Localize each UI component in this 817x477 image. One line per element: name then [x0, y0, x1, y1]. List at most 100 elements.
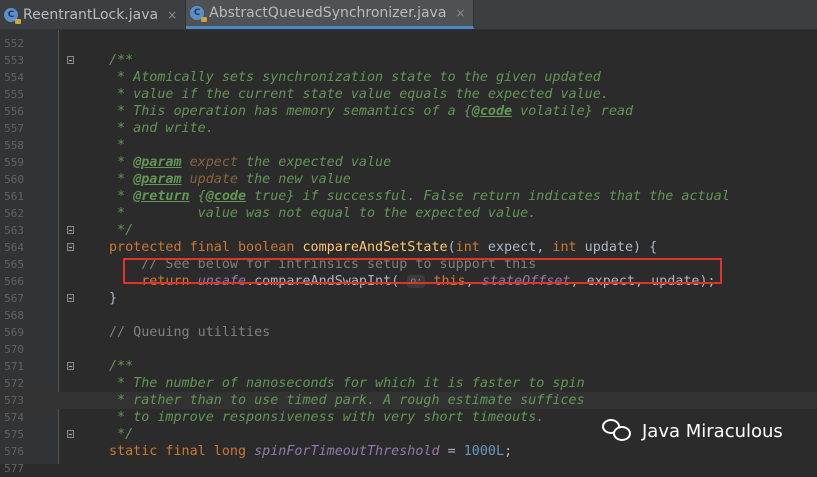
code-token: update — [181, 172, 238, 187]
code-token: /** — [109, 53, 134, 68]
code-line[interactable]: 573 * rather than to use timed park. A r… — [0, 392, 817, 409]
fold-icon[interactable] — [67, 294, 74, 302]
code-line[interactable]: 560 * @param update the new value — [0, 171, 817, 188]
fold-icon[interactable] — [67, 226, 74, 234]
code-token: 1000L — [463, 444, 505, 459]
code-line[interactable]: 577 — [0, 460, 817, 477]
code-text: */ — [109, 426, 133, 443]
code-token: the new value — [238, 172, 351, 187]
fold-icon[interactable] — [67, 362, 74, 370]
code-text: // Queuing utilities — [109, 324, 270, 341]
code-token: spinForTimeoutThreshold — [254, 444, 440, 459]
code-line[interactable]: 570 — [0, 341, 817, 358]
watermark-text: Java Miraculous — [642, 420, 783, 442]
code-line[interactable]: 558 * — [0, 137, 817, 154]
line-number: 569 — [4, 326, 24, 339]
fold-icon[interactable] — [67, 56, 74, 64]
line-number: 568 — [4, 309, 24, 322]
code-line[interactable]: 555 * value if the current state value e… — [0, 86, 817, 103]
code-text: * and write. — [109, 120, 214, 137]
code-token: * to improve responsiveness with very sh… — [109, 410, 545, 425]
line-number: 562 — [4, 207, 24, 220]
code-token: volatile} read — [512, 104, 634, 119]
code-editor[interactable]: 552 553/** 554 * Atomically sets synchroni… — [0, 30, 817, 475]
code-line[interactable]: 567} — [0, 290, 817, 307]
tab-reentrantlock[interactable]: C ReentrantLock.java × — [0, 0, 187, 29]
wechat-icon — [602, 419, 632, 443]
lock-icon — [201, 17, 208, 22]
code-line[interactable]: 569 // Queuing utilities — [0, 324, 817, 341]
line-number: 575 — [4, 428, 24, 441]
code-line[interactable]: 562 * value was not equal to the expecte… — [0, 205, 817, 222]
code-text: * @param update the new value — [109, 171, 351, 188]
code-line[interactable]: 561 * @return {@code true} if successful… — [0, 188, 817, 205]
line-number: 570 — [4, 343, 24, 356]
code-line[interactable]: 557 * and write. — [0, 120, 817, 137]
code-text: } — [109, 290, 117, 307]
line-number: 553 — [4, 54, 24, 67]
line-number: 561 — [4, 190, 24, 203]
code-token: @code — [471, 104, 513, 119]
code-line[interactable]: 572 * The number of nanoseconds for whic… — [0, 375, 817, 392]
editor-tab-bar: C ReentrantLock.java × C AbstractQueuedS… — [0, 0, 817, 30]
code-line[interactable]: 559 * @param expect the expected value — [0, 154, 817, 171]
lock-icon — [15, 18, 21, 24]
code-text: * value was not equal to the expected va… — [109, 205, 536, 222]
code-token: expect — [181, 155, 238, 170]
code-line[interactable]: 556 * This operation has memory semantic… — [0, 103, 817, 120]
code-token: the expected value — [238, 155, 392, 170]
fold-icon[interactable] — [67, 430, 74, 438]
code-token: * and write. — [109, 121, 214, 136]
code-text: * value if the current state value equal… — [109, 86, 609, 103]
code-token: * This operation has memory semantics of… — [109, 104, 472, 119]
code-line[interactable]: 552 — [0, 35, 817, 52]
line-number: 554 — [4, 71, 24, 84]
close-icon[interactable]: × — [455, 6, 465, 20]
code-token: @param — [133, 172, 182, 187]
code-text: * rather than to use timed park. A rough… — [109, 392, 585, 409]
code-token: /** — [109, 359, 134, 374]
line-number: 565 — [4, 258, 24, 271]
line-number: 573 — [4, 394, 24, 407]
line-number: 552 — [4, 37, 24, 50]
line-number: 557 — [4, 122, 24, 135]
code-line[interactable]: 571 /** — [0, 358, 817, 375]
code-token: * value was not equal to the expected va… — [109, 206, 537, 221]
code-text: */ — [109, 222, 133, 239]
code-token: = — [439, 444, 464, 459]
line-number: 567 — [4, 292, 24, 305]
code-token: update) { — [584, 240, 658, 255]
code-token: @return — [133, 189, 190, 204]
code-token: @param — [133, 155, 182, 170]
code-line[interactable]: 554 * Atomically sets synchronization st… — [0, 69, 817, 86]
fold-icon[interactable] — [67, 243, 74, 251]
code-token: compareAndSetState — [302, 240, 448, 255]
tab-abstractqueuedsynchronizer[interactable]: C AbstractQueuedSynchronizer.java × — [186, 0, 475, 29]
line-number: 572 — [4, 377, 24, 390]
line-number: 563 — [4, 224, 24, 237]
code-text: * @param expect the expected value — [109, 154, 391, 171]
highlight-box — [123, 258, 722, 284]
code-line[interactable]: 576 static final long spinForTimeoutThres… — [0, 443, 817, 460]
file-icon-letter: C — [193, 8, 201, 18]
code-token: */ — [109, 427, 134, 442]
code-line[interactable]: 568 — [0, 307, 817, 324]
line-number: 577 — [4, 462, 24, 475]
code-token: { — [189, 189, 206, 204]
line-number: 564 — [4, 241, 24, 254]
code-token: * — [109, 172, 134, 187]
code-text: * This operation has memory semantics of… — [109, 103, 633, 120]
line-number: 574 — [4, 411, 24, 424]
code-token: @code — [205, 189, 247, 204]
code-text: /** — [109, 52, 133, 69]
close-icon[interactable]: × — [167, 8, 177, 22]
line-number: 566 — [4, 275, 24, 288]
code-text: * — [109, 137, 125, 154]
code-line[interactable]: 553 /** — [0, 52, 817, 69]
tab-label: ReentrantLock.java — [23, 6, 159, 23]
code-token: int — [552, 240, 585, 255]
code-token: protected final boolean — [109, 240, 303, 255]
code-line[interactable]: 563 */ — [0, 222, 817, 239]
code-line[interactable]: 564 protected final boolean compareAndSet… — [0, 239, 817, 256]
code-token: expect, — [487, 240, 553, 255]
